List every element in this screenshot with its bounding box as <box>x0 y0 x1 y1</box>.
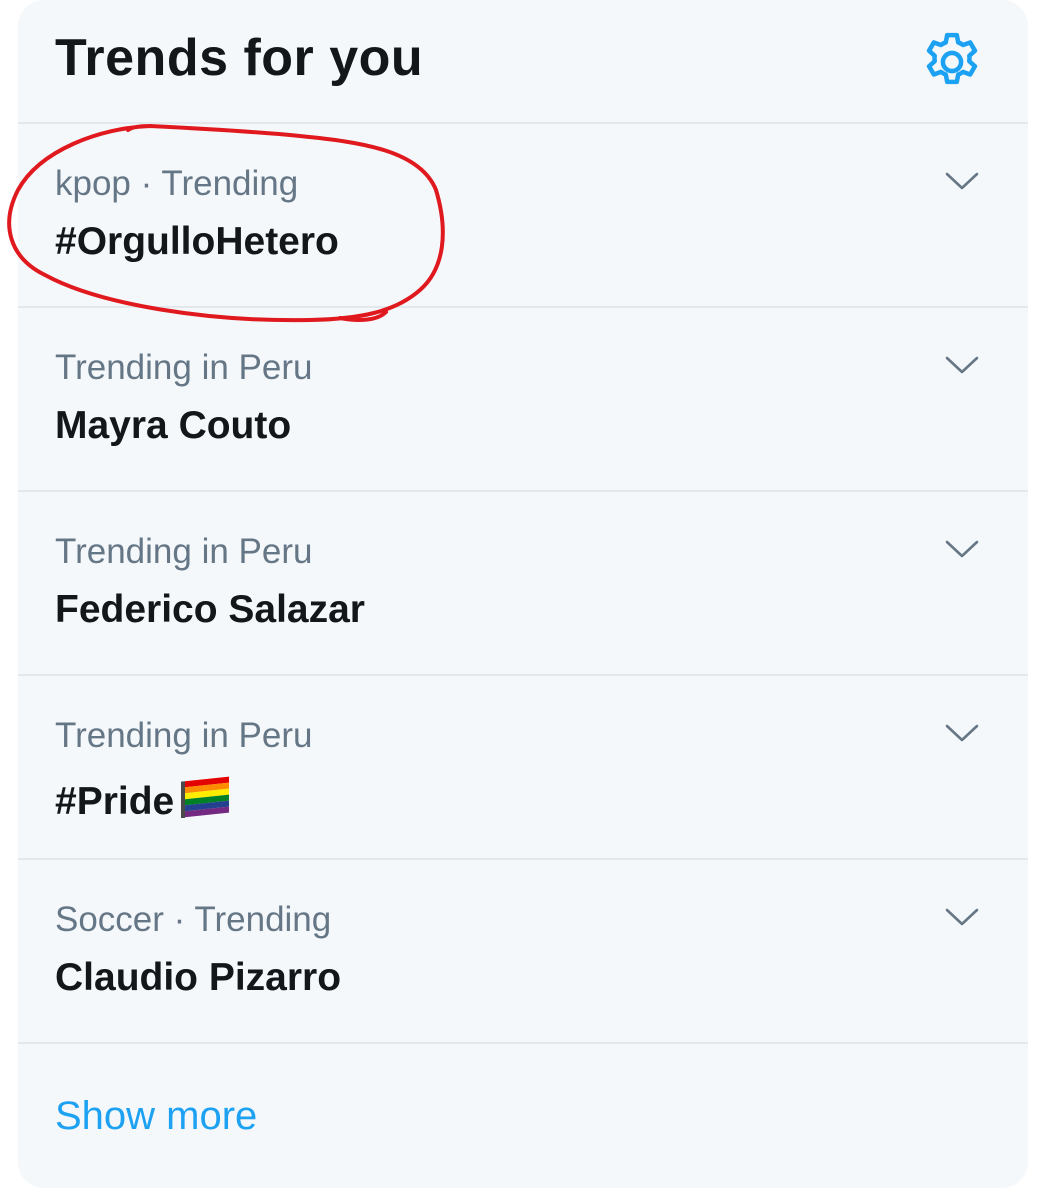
trend-context: Soccer · Trending <box>55 900 332 939</box>
trend-context: Trending in Peru <box>55 532 313 571</box>
page-title: Trends for you <box>55 29 424 87</box>
trend-name: Federico Salazar <box>55 588 365 631</box>
chevron-down-icon[interactable] <box>942 534 982 564</box>
trends-panel: Trends for you kpop · Trending #OrgulloH… <box>18 0 1028 1188</box>
trend-name: Claudio Pizarro <box>55 956 342 999</box>
gear-icon[interactable] <box>918 28 986 96</box>
trend-name-row: #Pride <box>55 772 232 824</box>
chevron-down-icon[interactable] <box>942 718 982 748</box>
trend-name: #Pride <box>55 780 175 823</box>
trend-name: #OrgulloHetero <box>55 220 339 263</box>
chevron-down-icon[interactable] <box>942 350 982 380</box>
trends-header: Trends for you <box>18 0 1028 124</box>
trend-item[interactable]: Trending in Peru #Pride <box>18 676 1028 860</box>
trend-item[interactable]: Trending in Peru Federico Salazar <box>18 492 1028 676</box>
chevron-down-icon[interactable] <box>942 902 982 932</box>
trend-context: Trending in Peru <box>55 716 313 755</box>
show-more-link[interactable]: Show more <box>55 1094 257 1139</box>
trend-context: kpop · Trending <box>55 164 299 203</box>
trend-item[interactable]: Soccer · Trending Claudio Pizarro <box>18 860 1028 1044</box>
rainbow-flag-icon <box>181 776 230 818</box>
trend-item[interactable]: kpop · Trending #OrgulloHetero <box>18 124 1028 308</box>
trend-context: Trending in Peru <box>55 348 313 387</box>
chevron-down-icon[interactable] <box>942 166 982 196</box>
trend-name: Mayra Couto <box>55 404 292 447</box>
trend-item[interactable]: Trending in Peru Mayra Couto <box>18 308 1028 492</box>
